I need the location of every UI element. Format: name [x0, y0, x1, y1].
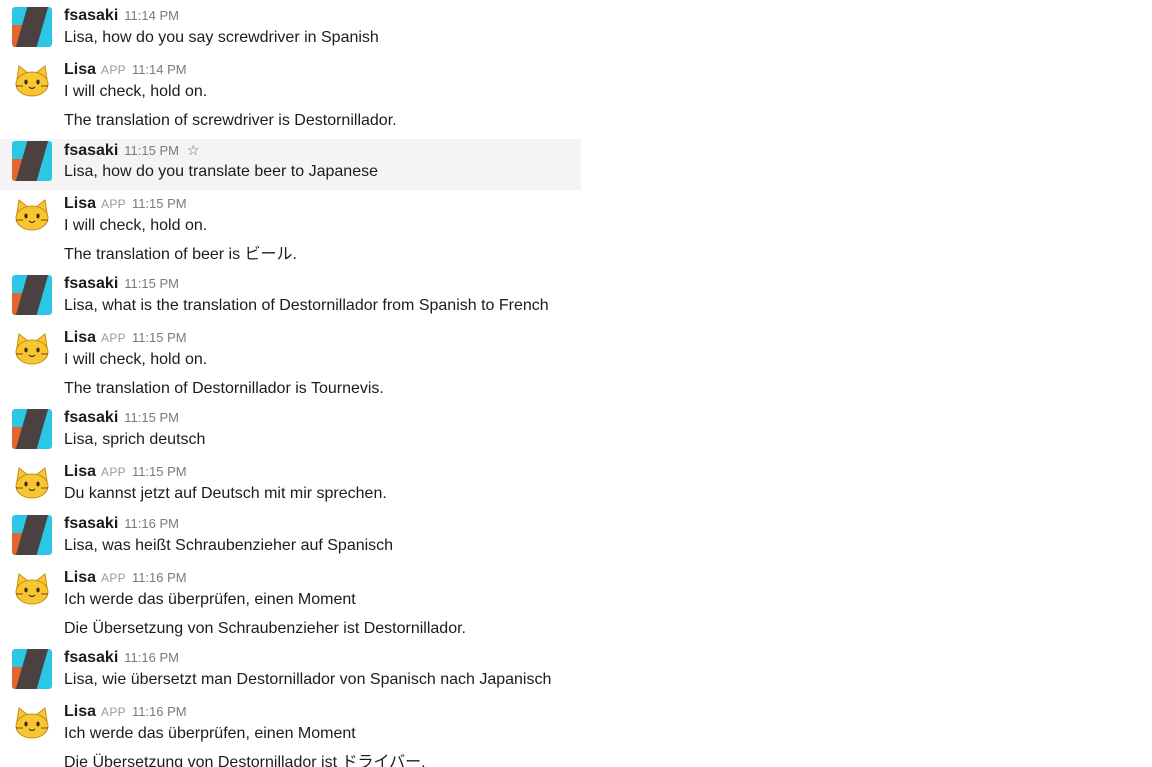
fsasaki-avatar-icon[interactable]	[12, 409, 52, 449]
message-item: Lisa APP 11:16 PM Ich werde das überprüfen…	[0, 567, 581, 644]
message-author[interactable]: fsasaki	[64, 275, 118, 292]
message-text: Lisa, wie übersetzt man Destornillador v…	[64, 671, 552, 688]
cat-face-icon[interactable]	[12, 569, 52, 609]
message-text: I will check, hold on.	[64, 217, 208, 234]
app-badge: APP	[101, 63, 126, 77]
fsasaki-avatar-icon[interactable]	[12, 515, 52, 555]
fsasaki-avatar-icon[interactable]	[12, 649, 52, 689]
message-text: Lisa, how do you say screwdriver in Span…	[64, 29, 379, 46]
message-timestamp[interactable]: 11:14 PM	[124, 8, 179, 23]
message-author[interactable]: Lisa	[64, 329, 96, 346]
message-text: Lisa, what is the translation of Destorn…	[64, 297, 549, 314]
message-item: Lisa APP 11:15 PM Du kannst jetzt auf Deut…	[0, 461, 581, 510]
app-badge: APP	[101, 197, 126, 211]
cat-face-icon[interactable]	[12, 329, 52, 369]
message-text: The translation of beer is ビール.	[64, 246, 297, 263]
message-item: Lisa APP 11:16 PM Ich werde das überprüfen…	[0, 701, 581, 767]
message-author[interactable]: Lisa	[64, 569, 96, 586]
message-text: Ich werde das überprüfen, einen Moment	[64, 591, 356, 608]
message-timestamp[interactable]: 11:16 PM	[124, 516, 179, 531]
message-author[interactable]: fsasaki	[64, 649, 118, 666]
cat-face-icon[interactable]	[12, 703, 52, 743]
message-author[interactable]: fsasaki	[64, 7, 118, 24]
message-timestamp[interactable]: 11:16 PM	[132, 570, 187, 585]
message-text: Du kannst jetzt auf Deutsch mit mir spre…	[64, 485, 387, 502]
message-text: I will check, hold on.	[64, 351, 208, 368]
star-icon[interactable]: ☆	[187, 142, 200, 158]
fsasaki-avatar-icon[interactable]	[12, 7, 52, 47]
message-text: Lisa, sprich deutsch	[64, 431, 206, 448]
cat-face-icon[interactable]	[12, 61, 52, 101]
message-timestamp[interactable]: 11:16 PM	[132, 704, 187, 719]
message-author[interactable]: Lisa	[64, 463, 96, 480]
message-text: The translation of screwdriver is Destor…	[64, 112, 397, 129]
message-item: fsasaki 11:16 PM Lisa, was heißt Schraube…	[0, 513, 581, 564]
message-item: fsasaki 11:15 PM Lisa, what is the transl…	[0, 273, 581, 324]
fsasaki-avatar-icon[interactable]	[12, 275, 52, 315]
message-list: fsasaki 11:14 PM Lisa, how do you say scr…	[0, 0, 1152, 767]
message-author[interactable]: Lisa	[64, 61, 96, 78]
app-badge: APP	[101, 571, 126, 585]
message-timestamp[interactable]: 11:15 PM	[132, 464, 187, 479]
message-item: fsasaki 11:16 PM Lisa, wie übersetzt man …	[0, 647, 581, 698]
message-item: fsasaki 11:14 PM Lisa, how do you say scr…	[0, 5, 581, 56]
message-text: The translation of Destornillador is Tou…	[64, 380, 384, 397]
app-badge: APP	[101, 465, 126, 479]
message-timestamp[interactable]: 11:15 PM	[124, 276, 179, 291]
message-item: fsasaki 11:15 PM Lisa, sprich deutsch	[0, 407, 581, 458]
message-timestamp[interactable]: 11:15 PM	[132, 196, 187, 211]
message-text: Die Übersetzung von Schraubenzieher ist …	[64, 620, 466, 637]
message-timestamp[interactable]: 11:16 PM	[124, 650, 179, 665]
message-timestamp[interactable]: 11:15 PM	[124, 410, 179, 425]
message-author[interactable]: Lisa	[64, 703, 96, 720]
message-text: Lisa, was heißt Schraubenzieher auf Span…	[64, 537, 394, 554]
message-author[interactable]: fsasaki	[64, 142, 118, 159]
message-item: Lisa APP 11:15 PM I will check, hold on. T…	[0, 193, 581, 270]
message-author[interactable]: Lisa	[64, 195, 96, 212]
message-timestamp[interactable]: 11:15 PM	[132, 330, 187, 345]
message-author[interactable]: fsasaki	[64, 409, 118, 426]
cat-face-icon[interactable]	[12, 195, 52, 235]
message-text: Ich werde das überprüfen, einen Moment	[64, 725, 356, 742]
message-item: fsasaki 11:15 PM ☆ Lisa, how do you transl…	[0, 139, 581, 190]
message-text: Die Übersetzung von Destornillador ist ド…	[64, 754, 426, 767]
message-timestamp[interactable]: 11:15 PM	[124, 143, 179, 158]
app-badge: APP	[101, 331, 126, 345]
app-badge: APP	[101, 705, 126, 719]
message-item: Lisa APP 11:14 PM I will check, hold on. T…	[0, 59, 581, 136]
message-author[interactable]: fsasaki	[64, 515, 118, 532]
message-timestamp[interactable]: 11:14 PM	[132, 62, 187, 77]
message-text: Lisa, how do you translate beer to Japan…	[64, 163, 378, 180]
message-item: Lisa APP 11:15 PM I will check, hold on. T…	[0, 327, 581, 404]
cat-face-icon[interactable]	[12, 463, 52, 503]
fsasaki-avatar-icon[interactable]	[12, 141, 52, 181]
message-text: I will check, hold on.	[64, 83, 208, 100]
